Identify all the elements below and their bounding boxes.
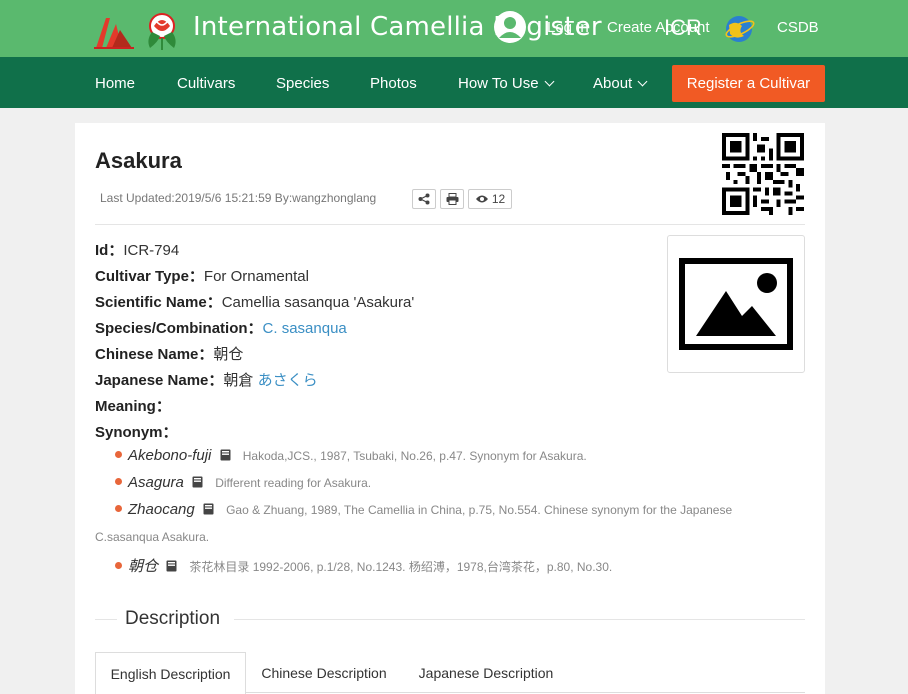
synonym-name[interactable]: Akebono-fuji	[128, 447, 211, 464]
field-japanese-label: Japanese Name：	[95, 372, 224, 389]
synonym-reference-continued: C.sasanqua Asakura.	[95, 530, 210, 544]
globe-icon[interactable]	[724, 14, 756, 44]
view-count: 12	[491, 192, 506, 206]
book-icon[interactable]	[192, 476, 203, 488]
nav-home[interactable]: Home	[95, 75, 135, 92]
register-cultivar-button[interactable]: Register a Cultivar	[672, 65, 825, 102]
japanese-kana-link[interactable]: あさくら	[258, 372, 318, 389]
nav-how-to-use[interactable]: How To Use	[458, 75, 555, 92]
nav-how-to-use-label: How To Use	[458, 75, 539, 92]
description-rule-left	[95, 619, 117, 620]
header-divider	[95, 224, 805, 225]
field-chinese-name: Chinese Name：朝仓	[95, 343, 243, 364]
chevron-down-icon	[637, 76, 648, 87]
book-icon[interactable]	[220, 449, 231, 461]
synonym-item: Zhaocang Gao & Zhuang, 1989, The Camelli…	[115, 501, 732, 518]
field-id-label: Id：	[95, 242, 124, 259]
field-species-label: Species/Combination：	[95, 320, 263, 337]
synonym-reference: Different reading for Asakura.	[215, 476, 372, 490]
bullet-dot	[115, 478, 122, 485]
synonym-reference: Gao & Zhuang, 1989, The Camellia in Chin…	[226, 503, 733, 517]
description-rule-right	[234, 619, 805, 620]
cultivar-photo[interactable]	[667, 235, 805, 373]
synonym-reference: 茶花林目录 1992-2006, p.1/28, No.1243. 杨绍溥，19…	[189, 560, 613, 574]
field-chinese-label: Chinese Name：	[95, 346, 214, 363]
field-meaning: Meaning：	[95, 395, 171, 416]
login-link[interactable]: Log In	[547, 19, 589, 36]
image-placeholder-icon	[679, 258, 793, 350]
synonym-item: Akebono-fuji Hakoda,JCS., 1987, Tsubaki,…	[115, 447, 587, 464]
synonym-name[interactable]: 朝仓	[128, 558, 158, 575]
nav-species[interactable]: Species	[276, 75, 329, 92]
share-icon	[418, 193, 430, 205]
share-button[interactable]	[412, 189, 436, 209]
field-id: Id：ICR-794	[95, 239, 179, 260]
field-japanese-value: 朝倉	[223, 372, 254, 389]
bullet-dot	[115, 451, 122, 458]
print-button[interactable]	[440, 189, 464, 209]
csdb-link[interactable]: CSDB	[777, 19, 819, 36]
synonym-name[interactable]: Zhaocang	[128, 501, 195, 518]
nav-photos[interactable]: Photos	[370, 75, 417, 92]
nav-about[interactable]: About	[593, 75, 648, 92]
synonym-reference: Hakoda,JCS., 1987, Tsubaki, No.26, p.47.…	[242, 449, 587, 463]
tabs-underline	[246, 692, 805, 693]
synonym-name[interactable]: Asagura	[128, 474, 184, 491]
bullet-dot	[115, 505, 122, 512]
field-species: Species/Combination：C. sasanqua	[95, 317, 347, 338]
field-synonym-label: Synonym：	[95, 424, 178, 441]
synonym-item: 朝仓 茶花林目录 1992-2006, p.1/28, No.1243. 杨绍溥…	[115, 555, 612, 576]
page-title: Asakura	[95, 148, 182, 173]
camellia-logo-icon[interactable]	[140, 8, 184, 52]
tab-chinese-description[interactable]: Chinese Description	[248, 652, 400, 694]
nav-cultivars[interactable]: Cultivars	[177, 75, 235, 92]
field-sci-label: Scientific Name：	[95, 294, 222, 311]
eye-icon	[475, 195, 488, 203]
field-chinese-value: 朝仓	[213, 346, 244, 363]
site-title[interactable]: International Camellia Register	[193, 12, 602, 42]
logo-mark-icon[interactable]	[92, 10, 136, 50]
field-type-label: Cultivar Type：	[95, 268, 204, 285]
chevron-down-icon	[544, 76, 555, 87]
species-link[interactable]: C. sasanqua	[263, 320, 347, 337]
last-updated: Last Updated:2019/5/6 15:21:59 By:wangzh…	[100, 191, 377, 205]
description-title: Description	[125, 608, 221, 630]
view-count-badge: 12	[468, 189, 512, 209]
bullet-dot	[115, 562, 122, 569]
field-meaning-label: Meaning：	[95, 398, 171, 415]
field-synonym: Synonym：	[95, 421, 178, 442]
tab-japanese-description[interactable]: Japanese Description	[404, 652, 568, 694]
field-scientific-name: Scientific Name：Camellia sasanqua 'Asaku…	[95, 291, 414, 312]
book-icon[interactable]	[166, 560, 177, 572]
field-japanese-name: Japanese Name：朝倉 あさくら	[95, 369, 318, 390]
field-type-value: For Ornamental	[203, 268, 309, 285]
user-icon[interactable]	[493, 10, 527, 44]
tab-english-description[interactable]: English Description	[95, 652, 246, 694]
field-sci-value: Camellia sasanqua 'Asakura'	[221, 294, 415, 311]
icr-link[interactable]: ICR	[664, 15, 702, 41]
field-cultivar-type: Cultivar Type：For Ornamental	[95, 265, 309, 286]
print-icon	[446, 193, 458, 205]
book-icon[interactable]	[203, 503, 214, 515]
synonym-item: Asagura Different reading for Asakura.	[115, 474, 371, 491]
qr-code	[722, 133, 804, 215]
field-id-value: ICR-794	[123, 242, 180, 259]
nav-about-label: About	[593, 75, 633, 92]
